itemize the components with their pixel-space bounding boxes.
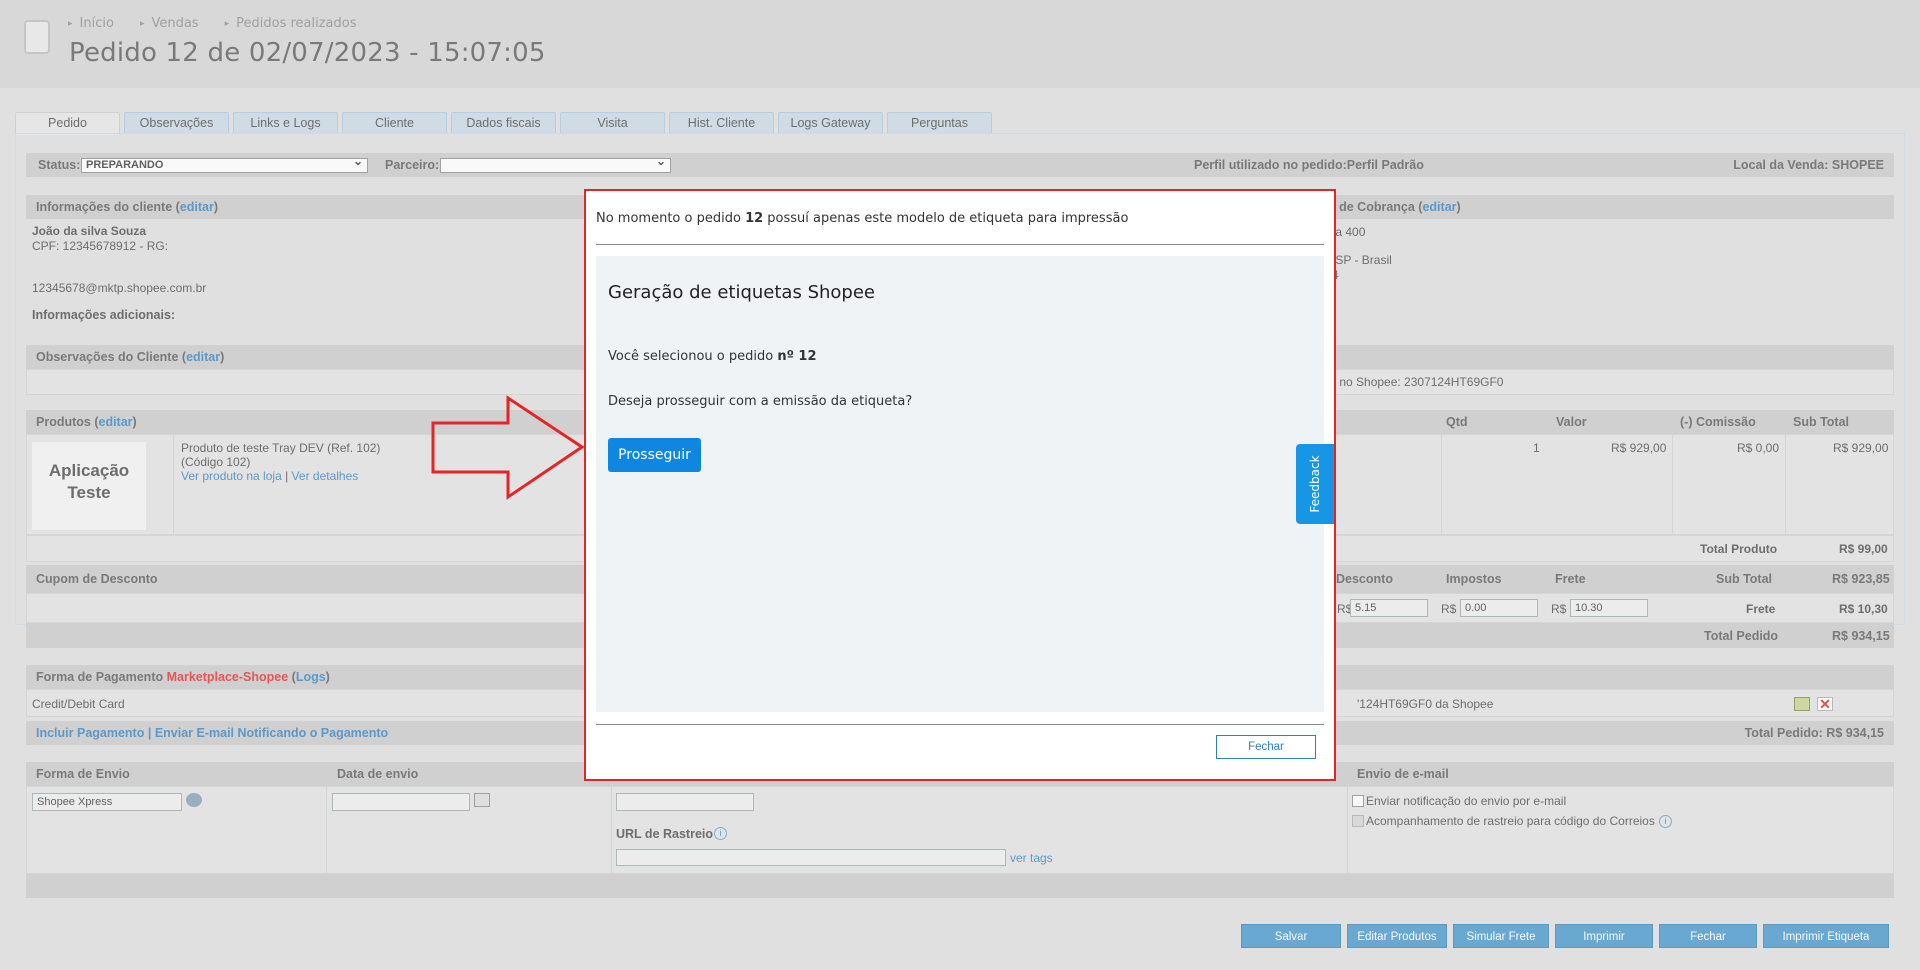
modal-divider — [596, 724, 1324, 725]
arrow-annotation — [431, 395, 585, 500]
modal-message-post: possuí apenas este modelo de etiqueta pa… — [763, 211, 1129, 226]
etiqueta-modal: No momento o pedido 12 possuí apenas est… — [584, 189, 1336, 781]
modal-selected-num: nº 12 — [777, 349, 817, 364]
feedback-tab[interactable]: Feedback — [1296, 444, 1334, 524]
modal-message: No momento o pedido 12 possuí apenas est… — [596, 211, 1128, 226]
modal-selected-text: Você selecionou o pedido nº 12 — [608, 349, 817, 364]
feedback-label: Feedback — [1308, 455, 1322, 513]
modal-question: Deseja prosseguir com a emissão da etiqu… — [608, 394, 913, 409]
modal-fechar-button[interactable]: Fechar — [1216, 735, 1316, 759]
prosseguir-button[interactable]: Prosseguir — [608, 438, 701, 472]
modal-title: Geração de etiquetas Shopee — [608, 282, 875, 303]
modal-message-pre: No momento o pedido — [596, 211, 746, 226]
modal-divider — [596, 244, 1324, 245]
modal-message-num: 12 — [745, 211, 764, 226]
modal-content: Geração de etiquetas Shopee Você selecio… — [596, 256, 1334, 712]
modal-selected-pre: Você selecionou o pedido — [608, 349, 778, 364]
